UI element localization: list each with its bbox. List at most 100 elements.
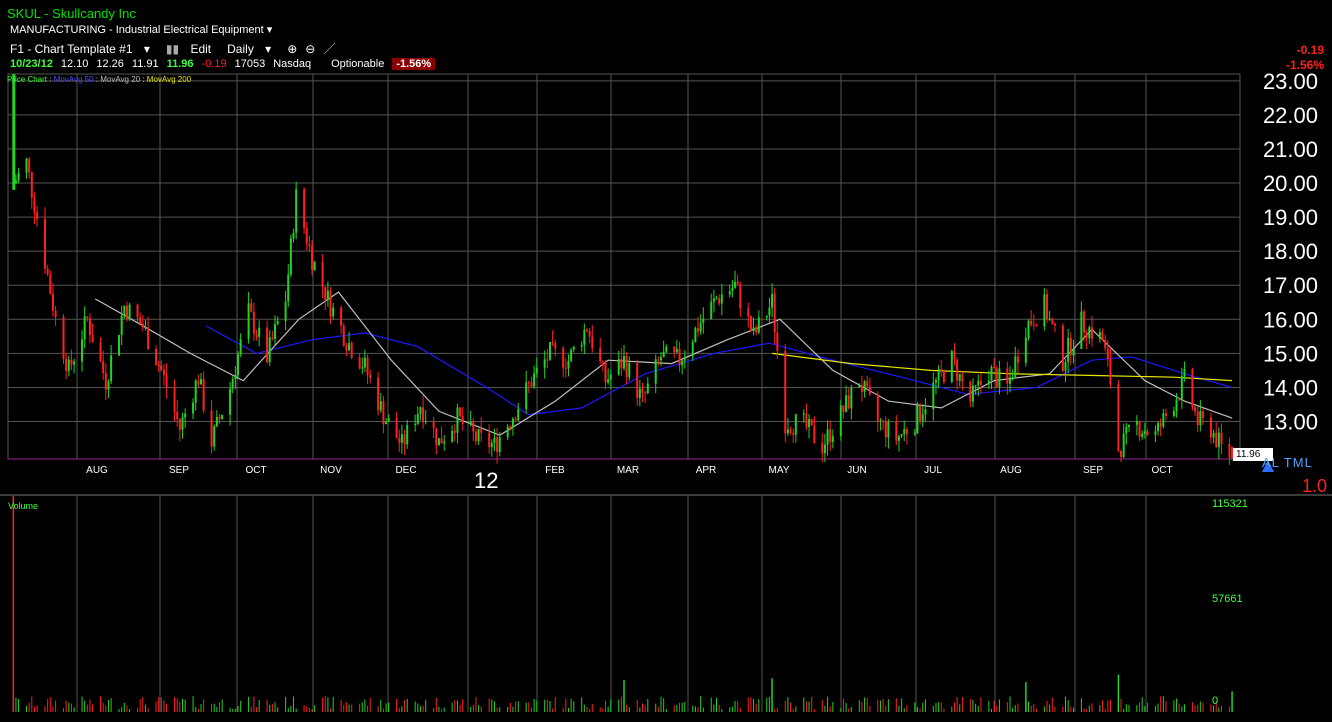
candle-body	[921, 414, 924, 421]
volume-tick-label: 115321	[1212, 498, 1248, 510]
template-dropdown[interactable]: F1 - Chart Template #1 ▾	[10, 42, 158, 56]
candle-body	[720, 294, 723, 304]
candle-body	[342, 325, 345, 346]
candle-body	[731, 287, 734, 292]
candle-body	[1067, 337, 1070, 363]
candle-body	[514, 418, 517, 421]
candle-body	[432, 421, 435, 429]
volume-layer	[12, 496, 1233, 712]
candle-body	[118, 334, 121, 356]
candle-body	[551, 341, 554, 343]
candle-body	[599, 348, 602, 362]
candle-body	[683, 356, 686, 361]
candle-body	[771, 293, 774, 308]
candle-body	[845, 395, 848, 412]
candle-body	[110, 355, 113, 382]
candle-body	[147, 327, 150, 349]
edit-button[interactable]: ▮▮ Edit	[166, 42, 219, 56]
bar-chart-icon: ▮▮	[165, 41, 180, 56]
candle-body	[218, 416, 221, 419]
candle-body	[699, 322, 702, 332]
x-tick-label: APR	[696, 465, 717, 476]
candle-body	[86, 316, 89, 319]
candle-body	[813, 425, 816, 443]
candle-body	[734, 281, 737, 288]
candle-body	[942, 371, 945, 382]
candle-body	[847, 395, 850, 409]
quote-close: 11.96	[166, 58, 194, 70]
candle-body	[1090, 327, 1093, 339]
candle-body	[1125, 426, 1128, 434]
y-tick-label: 19.00	[1263, 205, 1318, 230]
y-tick-label: 17.00	[1263, 273, 1318, 298]
candle-body	[1138, 421, 1141, 437]
x-tick-label: JUN	[847, 465, 866, 476]
candle-body	[1215, 432, 1218, 447]
candle-body	[562, 348, 565, 368]
candle-body	[794, 414, 797, 435]
candle-body	[459, 407, 462, 417]
candle-body	[826, 429, 829, 445]
symbol-title[interactable]: SKUL - Skullcandy Inc	[7, 6, 136, 21]
candle-body	[144, 327, 147, 329]
candle-body	[1006, 368, 1009, 384]
quote-high: 12.26	[96, 58, 124, 70]
interval-dropdown[interactable]: Daily ▾	[227, 42, 279, 56]
candle-body	[776, 332, 779, 351]
candle-body	[530, 382, 533, 387]
candle-body	[295, 189, 298, 233]
candle-body	[567, 360, 570, 369]
candle-body	[715, 298, 718, 300]
candle-body	[1178, 399, 1181, 401]
candle-body	[287, 274, 290, 302]
candle-body	[305, 228, 308, 244]
moving-averages-layer	[94, 291, 1233, 436]
zoom-out-icon[interactable]: ⊖	[305, 42, 315, 56]
candle-body	[46, 268, 49, 275]
candle-body	[654, 359, 657, 384]
candle-body	[728, 291, 731, 295]
candle-body	[498, 437, 501, 452]
candle-body	[950, 351, 953, 382]
candle-body	[258, 327, 261, 337]
candle-body	[998, 368, 1001, 387]
candle-body	[1196, 411, 1199, 426]
volume-tick-label: 0	[1212, 695, 1218, 707]
zoom-in-icon[interactable]: ⊕	[287, 42, 297, 56]
candle-body	[1143, 431, 1146, 434]
candle-body	[675, 348, 678, 353]
candle-body	[585, 329, 588, 332]
candle-body	[979, 380, 982, 385]
candle-body	[88, 318, 91, 335]
candle-body	[1172, 410, 1175, 416]
candle-body	[472, 421, 475, 432]
chevron-down-icon: ▾	[143, 41, 150, 56]
candle-body	[1014, 356, 1017, 378]
candle-body	[810, 419, 813, 426]
industry-dropdown[interactable]: MANUFACTURING - Industrial Electrical Eq…	[10, 23, 272, 36]
draw-line-icon[interactable]: ／	[323, 40, 335, 57]
candle-body	[345, 345, 348, 351]
candle-body	[104, 372, 107, 390]
candle-body	[511, 418, 514, 428]
candle-body	[607, 379, 610, 383]
candle-body	[1098, 332, 1101, 339]
candle-body	[1104, 340, 1107, 349]
candle-body	[247, 303, 250, 340]
x-tick-label: AUG	[86, 465, 108, 476]
candle-body	[178, 418, 181, 430]
candle-body	[377, 377, 380, 411]
candle-body	[1030, 320, 1033, 325]
candle-body	[49, 274, 52, 294]
candle-body	[697, 328, 700, 332]
candle-body	[919, 405, 922, 421]
candle-body	[1157, 423, 1160, 432]
y-tick-label: 18.00	[1263, 239, 1318, 264]
candle-body	[456, 407, 459, 433]
candle-body	[1201, 411, 1204, 418]
candle-body	[953, 351, 956, 360]
candle-body	[493, 437, 496, 443]
candle-body	[419, 407, 422, 415]
candle-body	[1048, 318, 1051, 320]
candle-body	[620, 358, 623, 369]
